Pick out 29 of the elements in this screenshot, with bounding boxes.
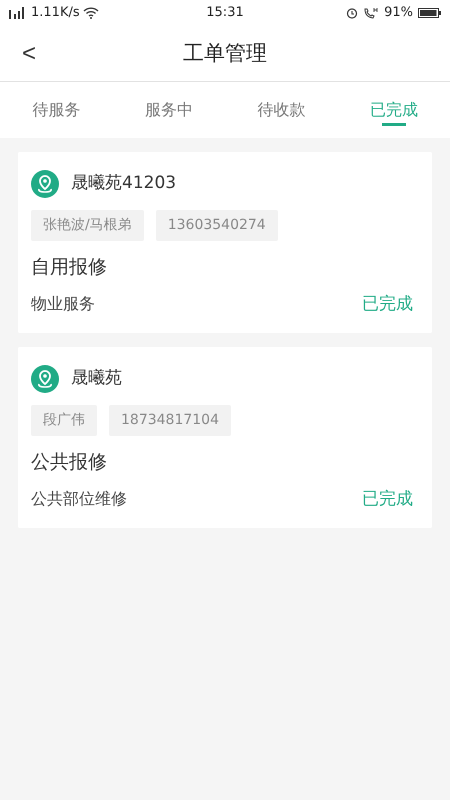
clock: 15:31	[205, 4, 245, 22]
phone-icon	[363, 7, 380, 19]
phone-tag: 18734817104	[109, 405, 231, 436]
repair-type: 公共报修	[31, 450, 108, 475]
order-card[interactable]: 晟曦苑41203 张艳波/马根弟 13603540274 自用报修 物业服务 已完成	[18, 152, 432, 333]
back-button[interactable]: <	[22, 42, 36, 66]
service-category: 物业服务	[31, 293, 95, 316]
phone-tag: 13603540274	[156, 210, 278, 241]
battery-icon	[418, 7, 442, 19]
alarm-icon	[346, 7, 358, 19]
tab[interactable]: 待收款	[225, 82, 338, 138]
contact-tag: 段广伟	[31, 405, 97, 436]
battery-level: 91%	[384, 4, 414, 22]
repair-type: 自用报修	[31, 255, 108, 280]
tab[interactable]: 服务中	[112, 82, 225, 138]
location-name: 晟曦苑	[71, 367, 122, 390]
location-pin-icon	[31, 365, 59, 393]
service-category: 公共部位维修	[31, 488, 127, 510]
page-title: 工单管理	[183, 40, 267, 67]
location-name: 晟曦苑41203	[71, 172, 176, 196]
tab[interactable]: 已完成	[338, 82, 450, 138]
network-speed: 1.11K/s	[31, 4, 80, 22]
contact-tag: 张艳波/马根弟	[31, 210, 144, 241]
order-status: 已完成	[362, 292, 414, 316]
wifi-icon	[82, 7, 99, 19]
order-status: 已完成	[362, 488, 414, 510]
tab[interactable]: 待服务	[0, 82, 112, 138]
location-pin-icon	[31, 170, 59, 198]
order-card[interactable]: 晟曦苑 段广伟 18734817104 公共报修 公共部位维修 已完成	[18, 347, 432, 528]
